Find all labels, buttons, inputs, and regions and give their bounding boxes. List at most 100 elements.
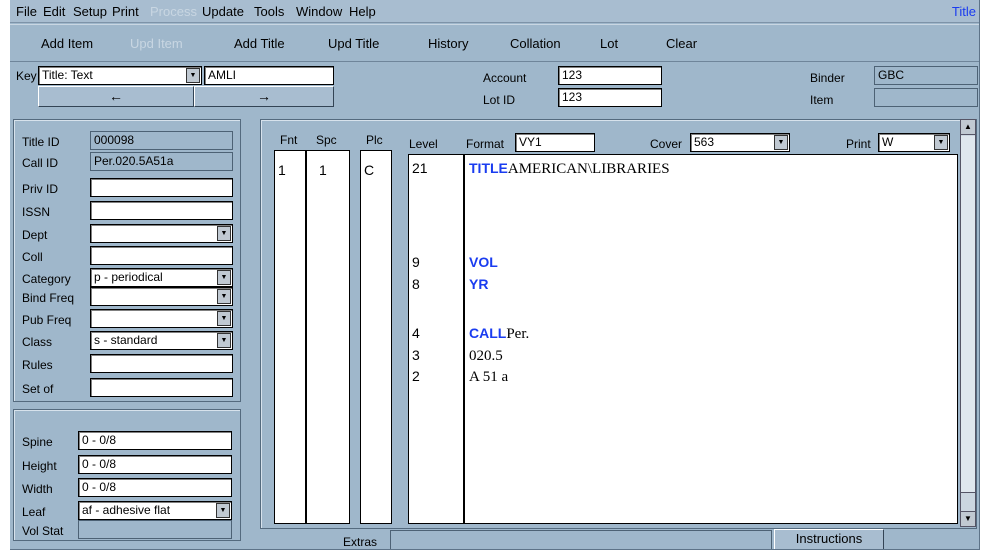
class-select[interactable]: s - standard ▼: [90, 331, 233, 350]
coll-input[interactable]: [90, 246, 233, 265]
spine-label: Spine: [22, 435, 53, 449]
set-of-input[interactable]: [90, 378, 233, 397]
dept-select[interactable]: ▼: [90, 224, 233, 243]
upd-item-button: Upd Item: [130, 36, 183, 51]
menu-edit[interactable]: Edit: [43, 4, 65, 19]
title-id-field: 000098: [90, 131, 233, 150]
prev-button[interactable]: ←: [38, 86, 194, 107]
add-item-button[interactable]: Add Item: [41, 36, 93, 51]
menu-window[interactable]: Window: [296, 4, 342, 19]
extras-label: Extras: [343, 535, 378, 549]
arrow-up-icon[interactable]: ▲: [961, 120, 975, 135]
account-input[interactable]: 123: [558, 66, 662, 85]
keyword-title: TITLE: [469, 160, 508, 176]
key-input[interactable]: AMLI: [204, 66, 334, 85]
add-title-button[interactable]: Add Title: [234, 36, 285, 51]
account-value: 123: [562, 68, 583, 82]
vertical-scrollbar[interactable]: ▲ ▼: [960, 119, 976, 527]
lot-button[interactable]: Lot: [600, 36, 618, 51]
priv-id-input[interactable]: [90, 178, 233, 197]
bind-freq-label: Bind Freq: [22, 291, 75, 305]
call-id-value: Per.020.5A51a: [94, 154, 174, 168]
keyword-vol: VOL: [469, 254, 498, 270]
menu-update[interactable]: Update: [202, 4, 244, 19]
level-value: 8: [412, 276, 420, 292]
menu-print[interactable]: Print: [112, 4, 139, 19]
fnt-column[interactable]: 1: [274, 150, 306, 524]
menu-tools[interactable]: Tools: [254, 4, 284, 19]
cover-select[interactable]: 563 ▼: [690, 133, 790, 152]
leaf-select[interactable]: af - adhesive flat ▼: [78, 501, 232, 520]
category-select[interactable]: p - periodical ▼: [90, 268, 233, 287]
arrow-right-icon: →: [257, 88, 271, 104]
title-id-value: 000098: [94, 133, 135, 147]
line-text: A 51 a: [469, 369, 509, 385]
width-label: Width: [22, 482, 53, 496]
priv-id-label: Priv ID: [22, 182, 58, 196]
item-label: Item: [810, 93, 834, 107]
category-value: p - periodical: [94, 270, 163, 284]
next-button[interactable]: →: [194, 86, 334, 107]
pub-freq-select[interactable]: ▼: [90, 309, 233, 328]
window-title: Title: [951, 4, 976, 19]
menu-help[interactable]: Help: [349, 4, 376, 19]
layout-line: CALLPer.: [469, 325, 529, 343]
menu-file[interactable]: File: [16, 4, 37, 19]
key-select[interactable]: Title: Text ▼: [38, 66, 202, 85]
account-label: Account: [483, 71, 527, 85]
bind-freq-select[interactable]: ▼: [90, 287, 233, 306]
height-input[interactable]: 0 - 0/8: [78, 455, 232, 474]
plc-column[interactable]: C: [360, 150, 392, 524]
spc-column[interactable]: 1: [306, 150, 350, 524]
layout-line: VOL: [469, 254, 498, 272]
plc-header: Plc: [366, 133, 383, 147]
level-column[interactable]: 21 9 8 4 3 2: [408, 154, 464, 524]
chevron-down-icon[interactable]: ▼: [217, 270, 231, 285]
chevron-down-icon[interactable]: ▼: [186, 68, 200, 83]
history-button[interactable]: History: [428, 36, 468, 51]
level-value: 21: [412, 160, 428, 176]
collation-button[interactable]: Collation: [510, 36, 561, 51]
key-input-value: AMLI: [208, 68, 237, 82]
upd-title-button[interactable]: Upd Title: [328, 36, 379, 51]
instructions-button[interactable]: Instructions: [774, 529, 884, 549]
layout-line: YR: [469, 276, 488, 294]
title-id-label: Title ID: [22, 135, 60, 149]
line-text: AMERICAN\LIBRARIES: [507, 161, 670, 177]
rules-input[interactable]: [90, 354, 233, 373]
chevron-down-icon[interactable]: ▼: [217, 311, 231, 326]
print-select[interactable]: W ▼: [878, 133, 950, 152]
menu-process: Process: [150, 4, 197, 19]
chevron-down-icon[interactable]: ▼: [774, 135, 788, 150]
pub-freq-label: Pub Freq: [22, 313, 72, 327]
binder-field: GBC: [874, 66, 978, 85]
chevron-down-icon[interactable]: ▼: [934, 135, 948, 150]
spine-input[interactable]: 0 - 0/8: [78, 431, 232, 450]
layout-text-area[interactable]: TITLEAMERICAN\LIBRARIES VOL YR CALLPer. …: [464, 154, 958, 524]
spc-value: 1: [319, 162, 327, 178]
chevron-down-icon[interactable]: ▼: [216, 503, 230, 518]
dept-label: Dept: [22, 228, 48, 242]
format-input[interactable]: VY1: [515, 133, 595, 152]
lot-id-value: 123: [562, 90, 583, 104]
item-field: [874, 88, 978, 107]
layout-line: 020.5: [469, 347, 503, 365]
chevron-down-icon[interactable]: ▼: [217, 289, 231, 304]
menu-setup[interactable]: Setup: [73, 4, 107, 19]
leaf-label: Leaf: [22, 505, 46, 519]
arrow-left-icon: ←: [109, 88, 123, 104]
level-value: 9: [412, 254, 420, 270]
width-input[interactable]: 0 - 0/8: [78, 478, 232, 497]
issn-input[interactable]: [90, 201, 233, 220]
leaf-value: af - adhesive flat: [82, 503, 171, 517]
height-label: Height: [22, 459, 57, 473]
arrow-down-icon[interactable]: ▼: [961, 511, 975, 526]
chevron-down-icon[interactable]: ▼: [217, 226, 231, 241]
clear-button[interactable]: Clear: [666, 36, 697, 51]
scrollbar-thumb[interactable]: [961, 136, 975, 493]
call-id-label: Call ID: [22, 156, 59, 170]
rules-label: Rules: [22, 358, 53, 372]
lot-id-input[interactable]: 123: [558, 88, 662, 107]
vol-stat-label: Vol Stat: [22, 524, 64, 538]
chevron-down-icon[interactable]: ▼: [217, 333, 231, 348]
